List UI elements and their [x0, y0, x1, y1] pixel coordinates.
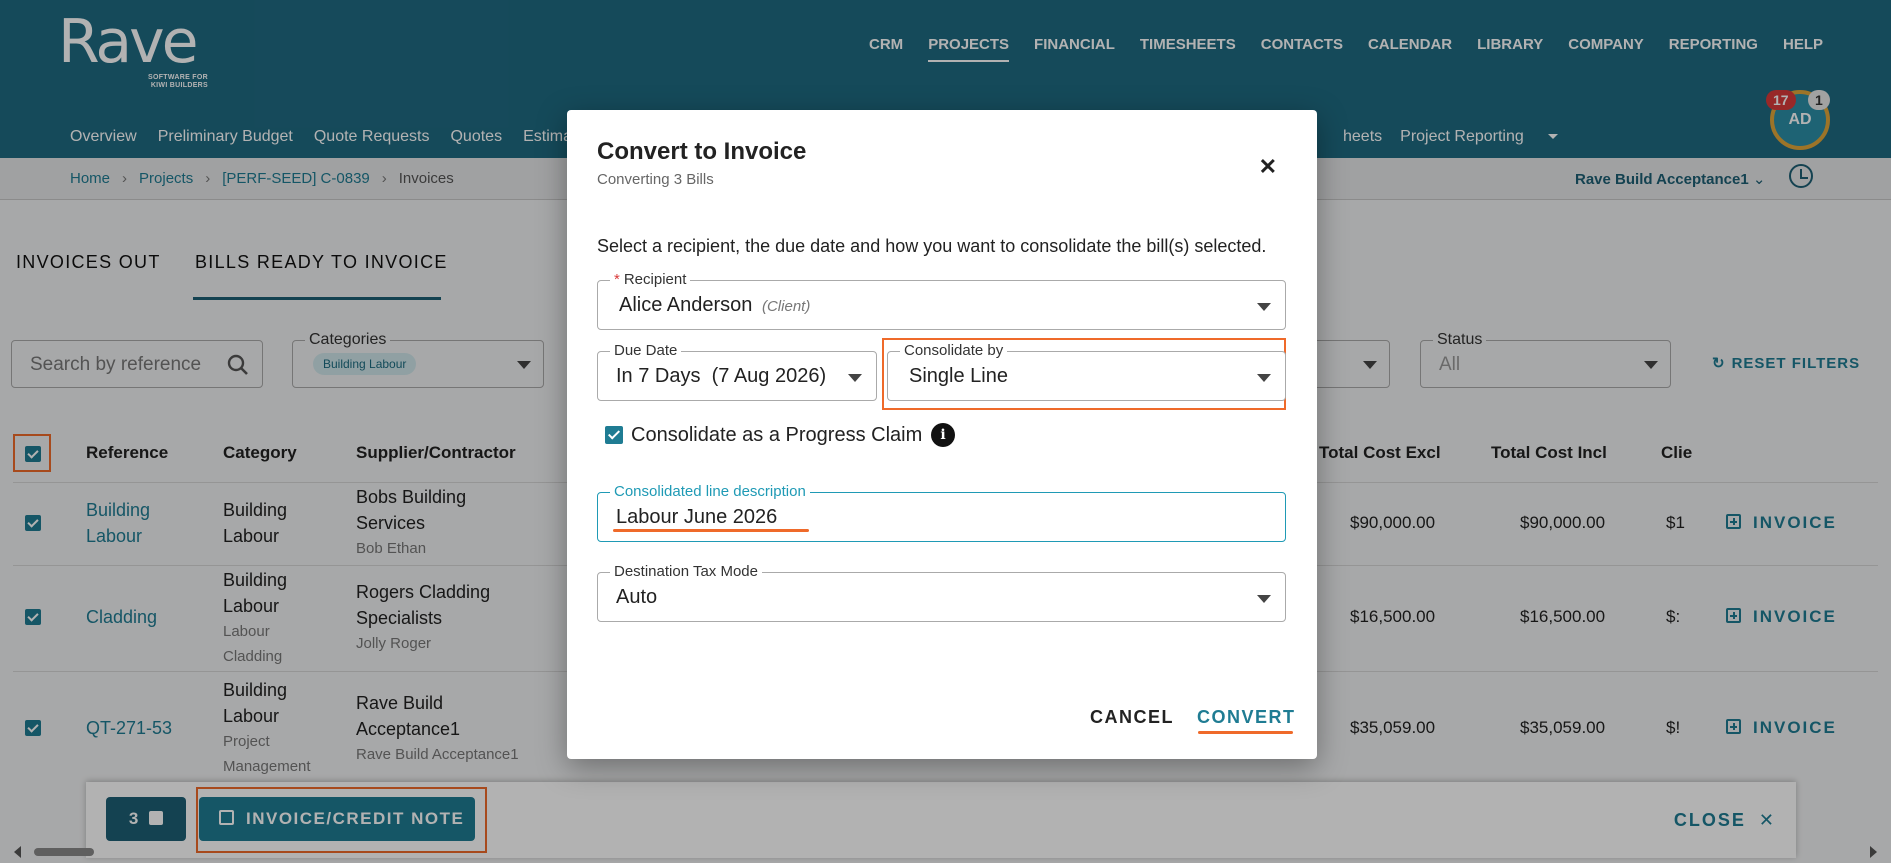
- progress-claim-checkbox[interactable]: [605, 426, 623, 444]
- consolidate-by-select[interactable]: Consolidate by Single Line: [887, 342, 1286, 401]
- consolidate-by-value: Single Line: [909, 365, 1008, 387]
- convert-button[interactable]: CONVERT: [1197, 707, 1296, 728]
- consolidate-by-label: Consolidate by: [900, 342, 1008, 359]
- dropdown-arrow-icon: [1257, 303, 1271, 311]
- dialog-title: Convert to Invoice: [597, 138, 807, 165]
- tax-mode-select[interactable]: Destination Tax Mode Auto: [597, 563, 1286, 622]
- line-description-value: Labour June 2026: [616, 506, 778, 528]
- info-icon[interactable]: i: [931, 423, 955, 447]
- tax-mode-value: Auto: [616, 586, 658, 608]
- dropdown-arrow-icon: [1257, 595, 1271, 603]
- convert-highlight-underline: [1198, 731, 1293, 734]
- line-description-label: Consolidated line description: [610, 483, 810, 500]
- line-description-input[interactable]: Consolidated line description Labour Jun…: [597, 483, 1286, 542]
- close-icon[interactable]: ✕: [1259, 154, 1277, 180]
- due-date-select[interactable]: Due Date In 7 Days (7 Aug 2026): [597, 342, 877, 401]
- progress-claim-label[interactable]: Consolidate as a Progress Claim: [631, 424, 922, 447]
- recipient-select[interactable]: * Recipient Alice Anderson (Client): [597, 271, 1286, 330]
- tax-mode-label: Destination Tax Mode: [610, 563, 762, 580]
- recipient-label: * Recipient: [610, 271, 691, 288]
- dialog-description: Select a recipient, the due date and how…: [597, 236, 1267, 256]
- text-highlight-underline: [613, 529, 809, 532]
- cancel-button[interactable]: CANCEL: [1090, 707, 1174, 728]
- dropdown-arrow-icon: [848, 374, 862, 382]
- dropdown-arrow-icon: [1257, 374, 1271, 382]
- due-date-label: Due Date: [610, 342, 682, 359]
- recipient-value: Alice Anderson (Client): [619, 294, 811, 316]
- dialog-subtitle: Converting 3 Bills: [597, 171, 714, 188]
- convert-to-invoice-dialog: Convert to Invoice Converting 3 Bills ✕ …: [567, 110, 1317, 759]
- due-date-value: In 7 Days (7 Aug 2026): [616, 365, 827, 387]
